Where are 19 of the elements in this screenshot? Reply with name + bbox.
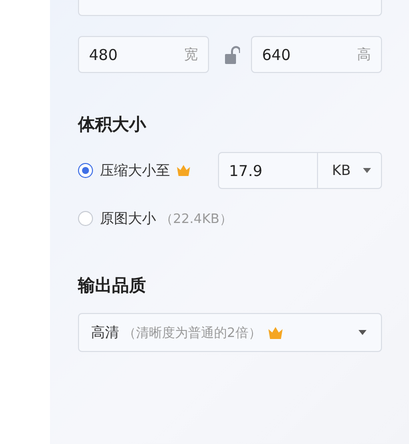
section-title: 输出品质 (78, 275, 147, 297)
height-suffix: 高 (357, 46, 371, 64)
size-note: （22.4KB） (160, 210, 232, 228)
option-label[interactable]: 压缩大小至 (100, 162, 170, 180)
option-label[interactable]: 原图大小 (100, 210, 156, 228)
unit-dropdown[interactable]: KB (318, 152, 382, 189)
unlocked-lock-icon[interactable] (224, 46, 240, 64)
section-title: 体积大小 (78, 114, 148, 136)
width-suffix: 宽 (184, 46, 198, 64)
crown-icon (177, 165, 190, 176)
width-field[interactable]: 480 宽 (78, 36, 209, 73)
caret-icon (363, 168, 371, 173)
height-field[interactable]: 640 高 (251, 36, 382, 73)
radio-button[interactable] (78, 163, 93, 178)
crown-icon (268, 326, 284, 338)
caret-icon (358, 330, 367, 335)
quality-dropdown[interactable]: 高清 （清晰度为普通的2倍） (78, 313, 382, 352)
size-field[interactable]: 17.9 (218, 152, 318, 189)
radio-button[interactable] (78, 211, 93, 226)
